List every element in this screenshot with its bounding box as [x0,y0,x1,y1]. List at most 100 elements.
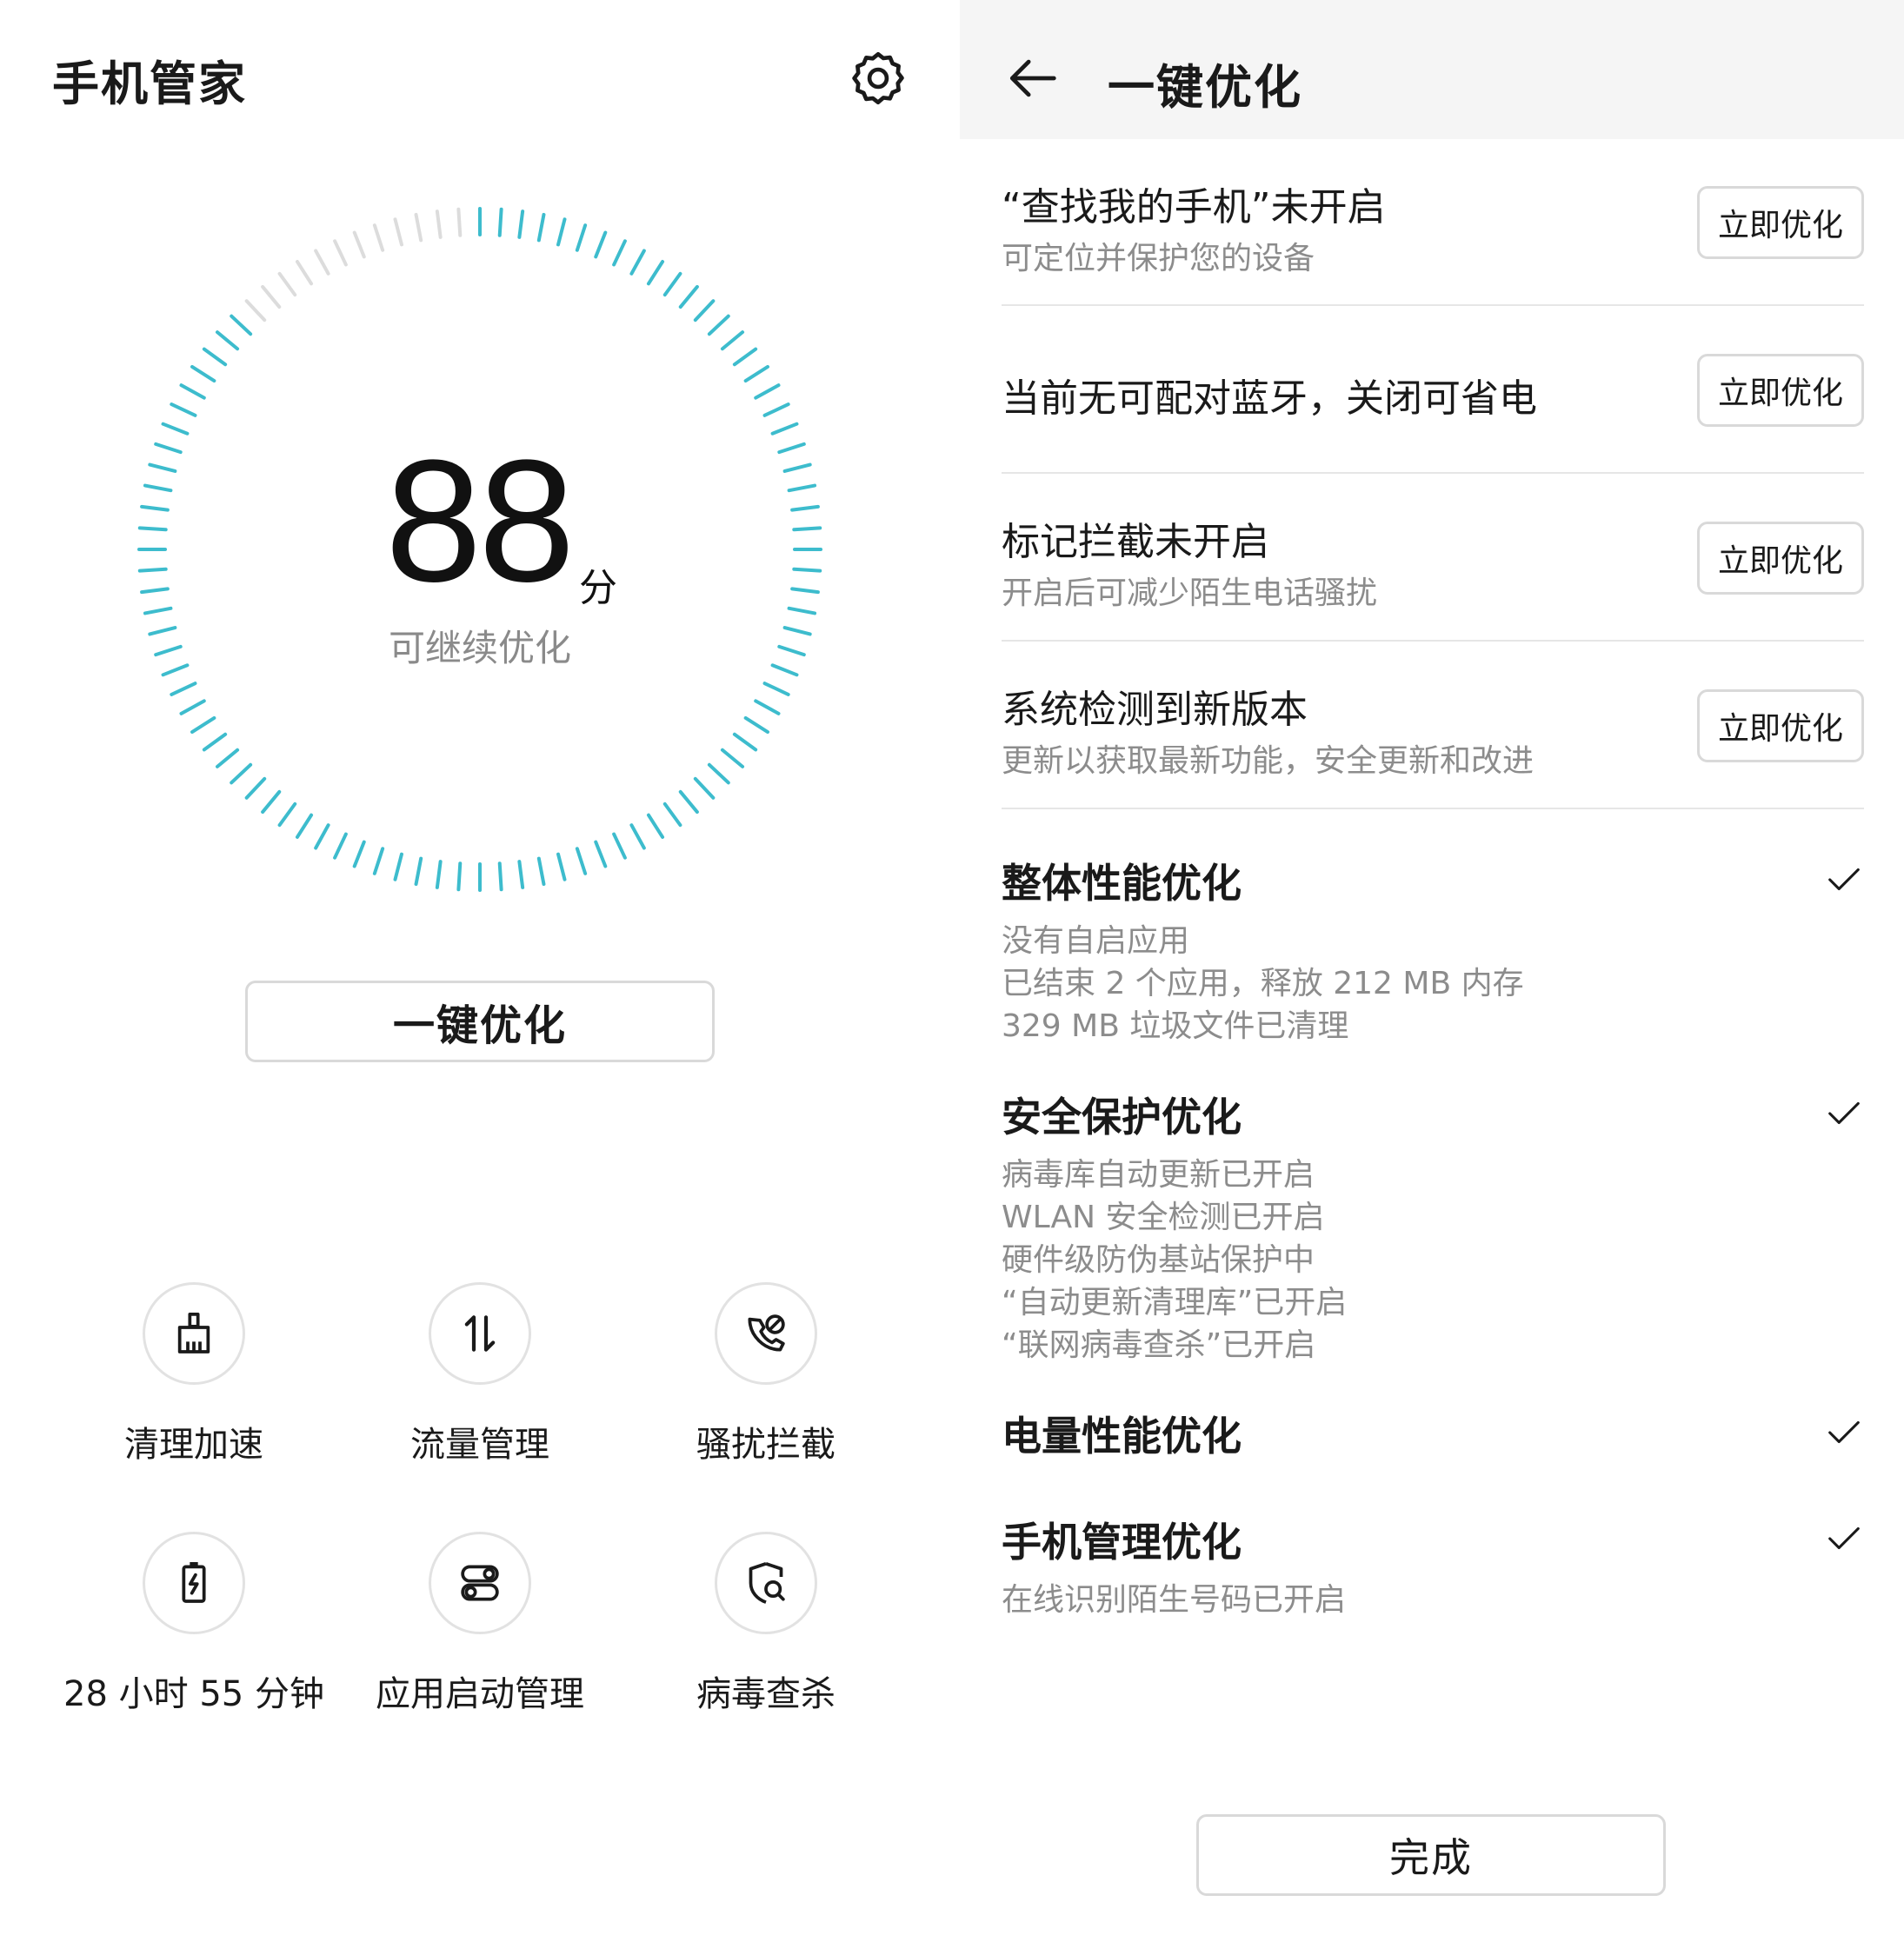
tool-label: 清理加速 [124,1425,263,1465]
tool-app-launch[interactable]: 应用启动管理 [336,1532,623,1716]
check-icon [1828,1420,1860,1444]
section-detail: “自动更新清理库”已开启 [1002,1285,1348,1320]
battery-icon [182,1561,206,1603]
dial-tick [161,422,190,436]
dial-tick [140,504,170,512]
issue-item-mark-block: 标记拦截未开启 开启后可减少陌生电话骚扰 立即优化 [1002,474,1864,642]
fix-now-button[interactable]: 立即优化 [1697,354,1864,427]
dial-tick [154,644,183,657]
dial-tick [161,663,190,677]
dial-tick [137,526,168,532]
dial-tick [720,330,745,351]
dial-tick [678,284,699,309]
dial-tick [277,271,297,297]
dial-tick [662,271,682,297]
check-icon [1828,1101,1860,1125]
dial-tick [170,402,197,417]
dial-tick [575,847,588,875]
dial-tick [556,852,567,881]
tool-data-management[interactable]: 流量管理 [336,1282,623,1466]
dial-tick [314,823,330,850]
gear-icon [852,51,904,105]
tool-clean-speedup[interactable]: 清理加速 [50,1282,337,1466]
dial-tick [456,861,463,892]
dial-tick [372,223,385,252]
dial-tick [678,789,699,815]
dial-tick [277,801,297,828]
dial-tick [732,347,758,367]
dial-tick [143,483,173,493]
dial-tick [762,682,790,696]
dial-tick [352,230,366,259]
one-click-optimize-screen: 一键优化 “查找我的手机”未开启 可定位并保护您的设备 立即优化 当前无可配对蓝… [960,0,1904,1942]
section-detail: WLAN 安全检测已开启 [1002,1200,1325,1235]
dial-tick [215,748,240,768]
page-title: 一键优化 [1108,60,1302,115]
completed-security: 安全保护优化 病毒库自动更新已开启 WLAN 安全检测已开启 硬件级防伪基站保护… [1002,1086,1864,1367]
dial-tick [693,776,716,800]
dial-tick [754,699,781,715]
dial-tick [594,840,608,868]
fix-now-button[interactable]: 立即优化 [1697,689,1864,762]
dial-tick [456,207,463,237]
completed-battery: 电量性能优化 [1002,1405,1864,1462]
dial-tick [720,748,745,768]
dial-tick [792,567,822,573]
dial-tick [777,644,806,657]
dial-tick [790,504,820,512]
dial-tick [202,347,228,367]
dial-tick [707,314,730,336]
toggle-icon [461,1565,499,1601]
fix-now-button[interactable]: 立即优化 [1697,186,1864,259]
dial-tick [261,789,282,815]
section-detail: “联网病毒查杀”已开启 [1002,1327,1316,1363]
dial-tick [244,299,267,323]
tool-label: 流量管理 [410,1425,549,1465]
dial-tick [352,840,366,868]
dial-tick [137,567,168,573]
dial-tick [215,330,240,351]
dial-tick [536,212,546,243]
dial-tick [612,832,627,860]
fix-now-button[interactable]: 立即优化 [1697,522,1864,595]
settings-button[interactable] [848,48,909,109]
dial-tick [202,732,228,752]
dial-tick [190,715,216,735]
tool-battery[interactable]: 28 小时 55 分钟 [50,1532,337,1716]
dial-tick [770,663,799,677]
phone-block-icon [748,1314,785,1352]
tool-harassment-block[interactable]: 骚扰拦截 [622,1282,909,1466]
tool-virus-scan[interactable]: 病毒查杀 [622,1532,909,1716]
dial-tick [662,801,682,828]
dial-tick [732,732,758,752]
tool-label: 病毒查杀 [696,1674,835,1714]
dial-tick [646,260,665,286]
dial-tick [743,364,769,383]
section-title: 电量性能优化 [1002,1413,1242,1460]
one-click-optimize-button[interactable]: 一键优化 [245,981,715,1062]
issue-title: “查找我的手机”未开启 [1002,185,1386,229]
score-dial [132,202,828,897]
issue-subtitle: 开启后可减少陌生电话骚扰 [1002,575,1378,611]
issue-item-system-update: 系统检测到新版本 更新以获取最新功能，安全更新和改进 立即优化 [1002,642,1864,809]
dial-tick [170,682,197,696]
dial-tick [770,422,799,436]
dial-tick [497,207,503,237]
issue-title: 系统检测到新版本 [1002,688,1308,732]
dial-tick [693,299,716,323]
completed-overall-performance: 整体性能优化 没有自启应用 已结束 2 个应用，释放 212 MB 内存 329… [1002,852,1864,1047]
dial-tick [314,249,330,276]
dial-tick [154,442,183,455]
issue-title: 当前无可配对蓝牙，关闭可省电 [1002,376,1537,421]
dial-tick [646,813,665,839]
dial-tick [333,832,348,860]
dial-tick [517,209,525,239]
section-title: 手机管理优化 [1002,1519,1242,1566]
finish-button[interactable]: 完成 [1196,1814,1666,1896]
broom-icon [177,1312,210,1353]
back-button[interactable] [1003,48,1064,109]
dial-tick [792,526,822,532]
check-icon [1828,1526,1860,1550]
data-arrows-icon [464,1315,496,1352]
dial-tick [393,852,403,881]
